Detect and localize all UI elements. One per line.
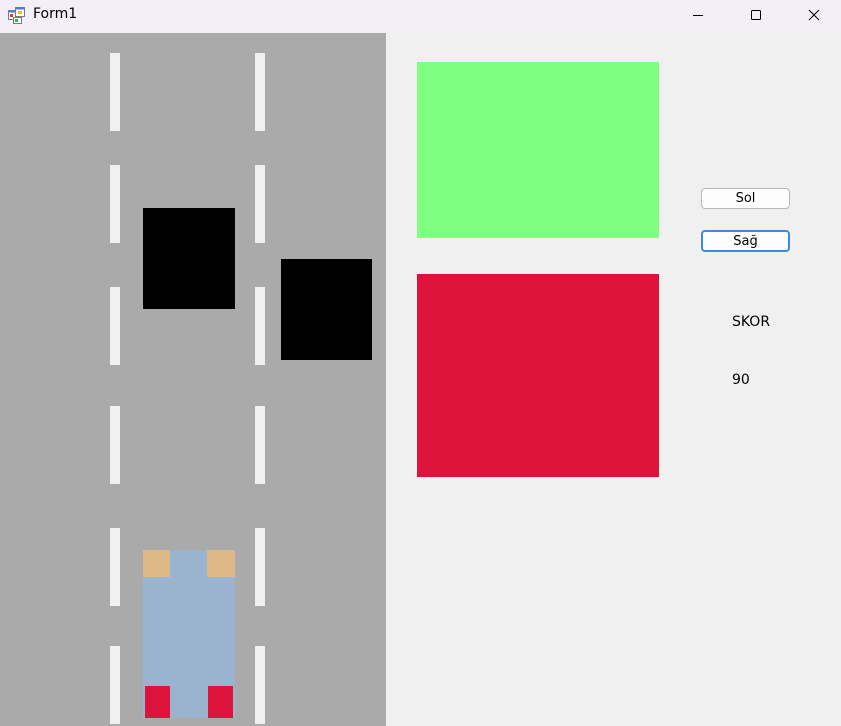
player-car-taillight (208, 686, 233, 718)
lane-marking (255, 528, 265, 606)
close-icon (808, 9, 820, 20)
maximize-button[interactable] (727, 0, 785, 29)
player-car-headlight (143, 550, 170, 577)
obstacle-car (143, 208, 235, 309)
lane-marking (110, 406, 120, 484)
lane-marking (110, 165, 120, 243)
green-panel (417, 62, 659, 238)
lane-marking (255, 406, 265, 484)
lane-marking (110, 287, 120, 365)
player-car-headlight (207, 550, 235, 577)
close-button[interactable] (785, 0, 841, 29)
obstacle-car (281, 259, 372, 360)
minimize-icon (693, 14, 703, 16)
lane-marking (255, 646, 265, 724)
player-car-taillight (145, 686, 170, 718)
right-button[interactable]: Sağ (701, 230, 790, 252)
maximize-icon (751, 9, 761, 20)
score-value: 90 (732, 372, 750, 388)
form-app-icon (8, 7, 25, 24)
red-panel (417, 274, 659, 477)
form-client-area: Sol Sağ SKOR 90 (0, 33, 841, 726)
player-car (143, 550, 235, 718)
lane-marking (110, 646, 120, 724)
window-title: Form1 (33, 6, 78, 22)
left-button[interactable]: Sol (701, 188, 790, 209)
minimize-button[interactable] (669, 0, 727, 29)
lane-marking (255, 53, 265, 131)
lane-marking (255, 287, 265, 365)
score-label: SKOR (732, 314, 771, 330)
road-panel (0, 33, 386, 726)
lane-marking (255, 165, 265, 243)
lane-marking (110, 528, 120, 606)
lane-marking (110, 53, 120, 131)
title-bar[interactable]: Form1 (0, 0, 841, 33)
form-window: Form1 Sol Sağ SKOR 90 (0, 0, 841, 726)
